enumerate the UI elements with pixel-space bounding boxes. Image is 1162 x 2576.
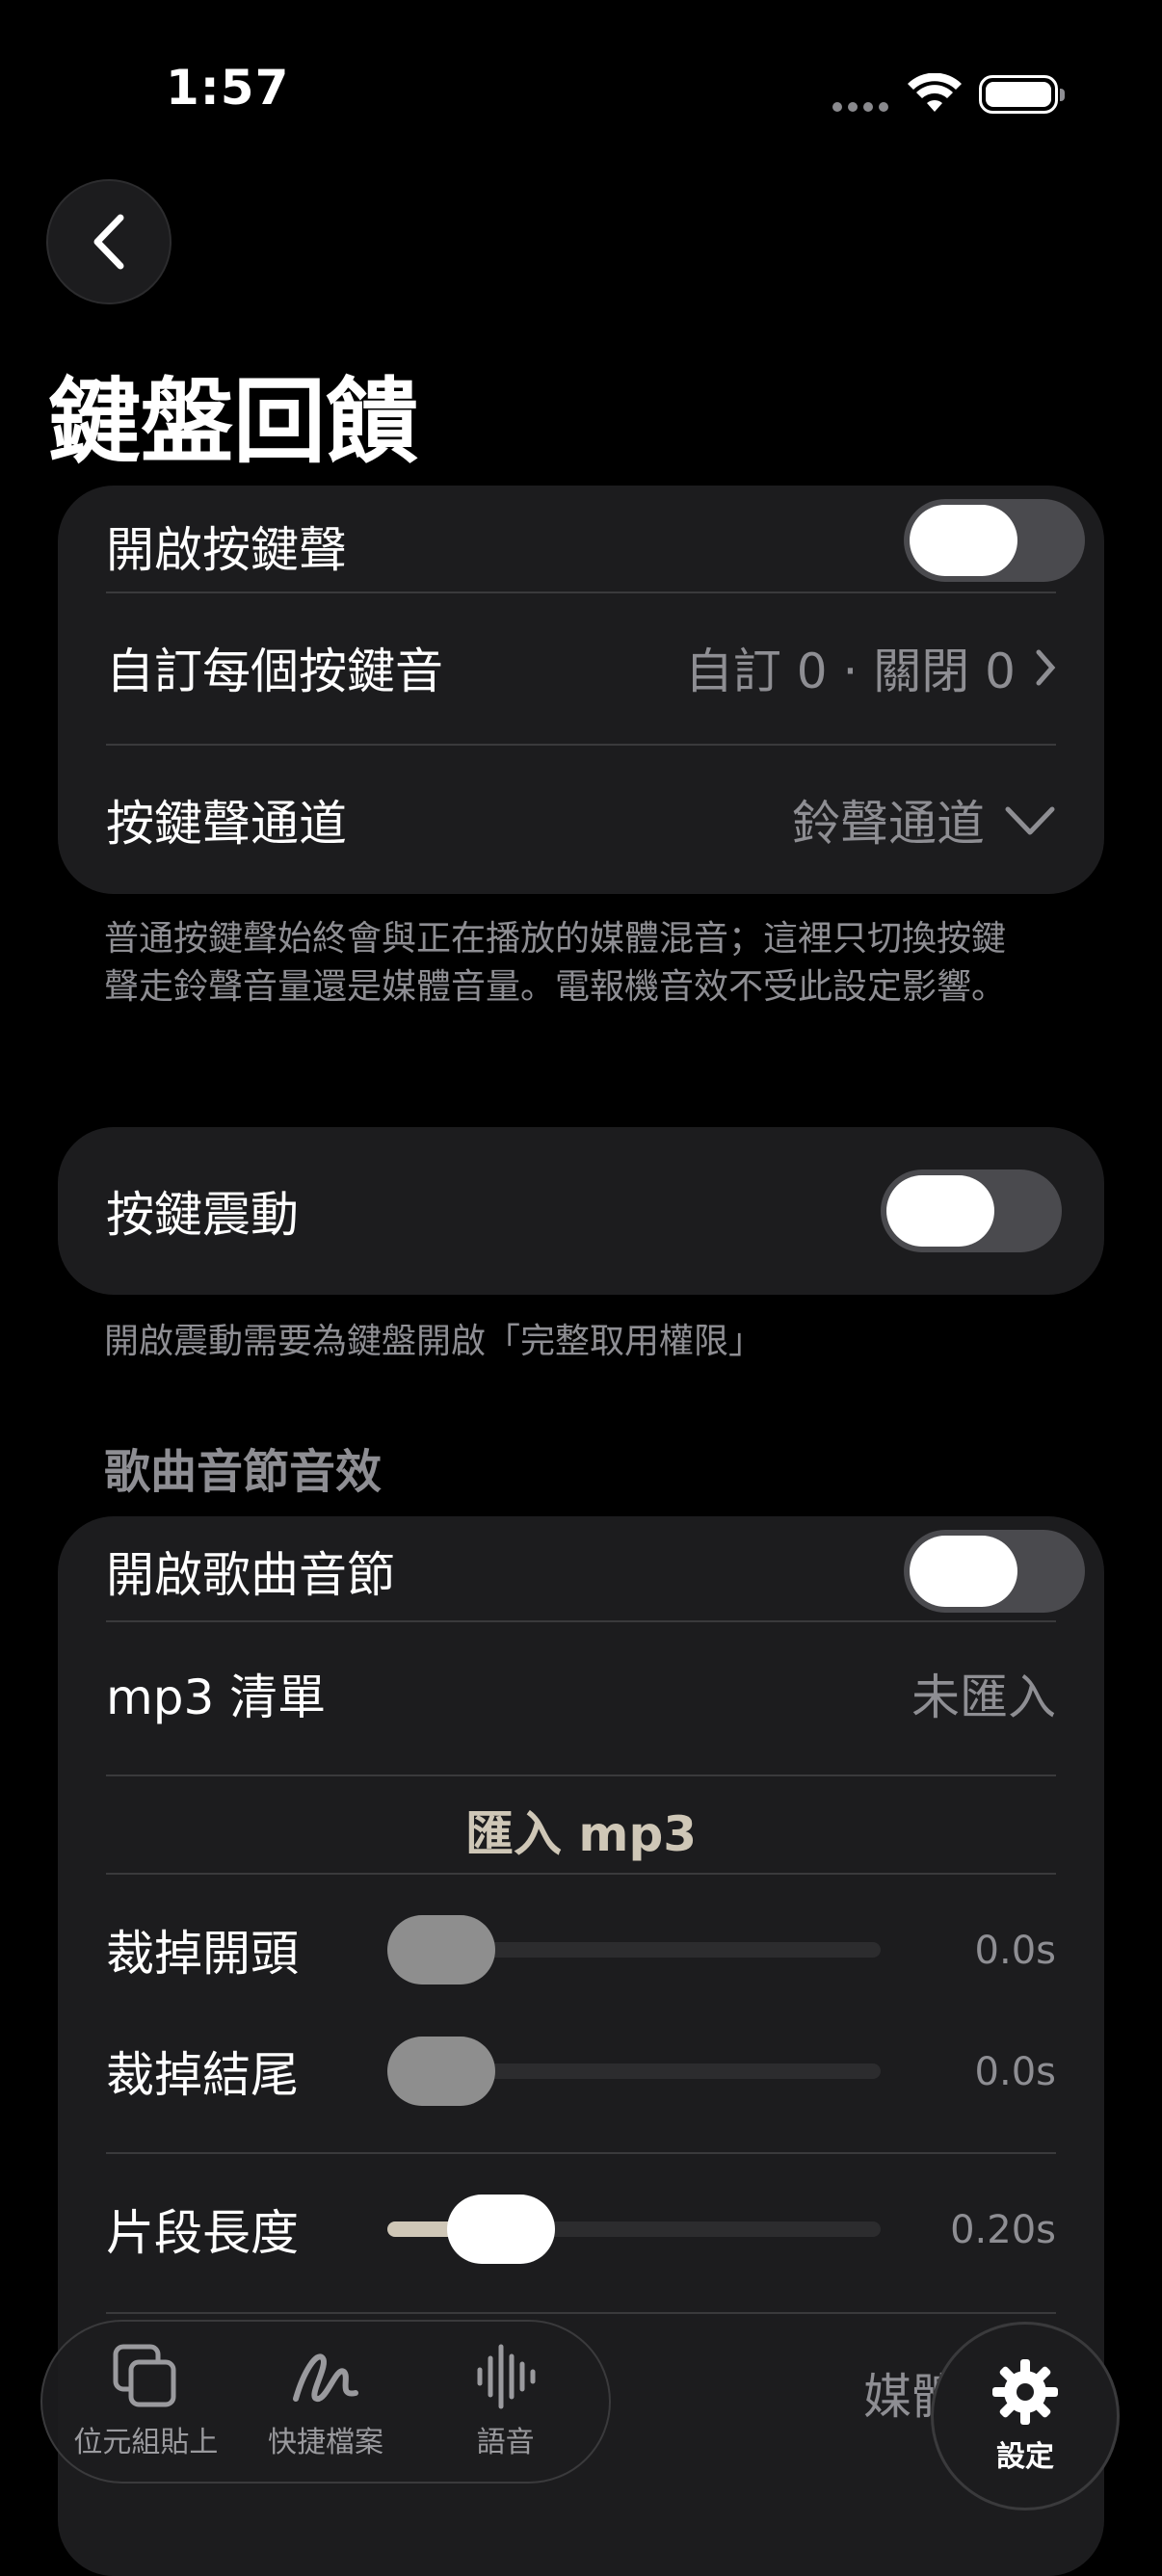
trim-end-label: 裁掉結尾 <box>106 2047 299 2103</box>
copy-icon <box>113 2344 176 2407</box>
mp3-list-value: 未匯入 <box>911 1669 1056 1725</box>
segment-length-row: 片段長度 <box>106 2191 299 2268</box>
segment-length-slider-thumb[interactable] <box>447 2195 555 2264</box>
key-sound-label: 開啟按鍵聲 <box>106 522 347 578</box>
tab-voice-label: 語音 <box>476 2426 535 2459</box>
page-title: 鍵盤回饋 <box>48 368 418 476</box>
signal-dots-icon <box>832 102 890 114</box>
gear-icon <box>992 2359 1058 2425</box>
custom-key-sound-row[interactable]: 自訂每個按鍵音 自訂 0 · 關閉 0 <box>106 607 1056 728</box>
chevron-down-icon <box>1005 806 1055 835</box>
divider <box>106 1620 1056 1622</box>
key-sound-toggle[interactable] <box>904 499 1085 582</box>
wifi-icon <box>908 73 962 112</box>
tab-voice[interactable]: 語音 <box>419 2343 593 2460</box>
waveform-icon <box>477 2344 536 2409</box>
divider <box>106 744 1056 746</box>
divider <box>106 1774 1056 1776</box>
trim-end-slider-thumb[interactable] <box>387 2037 495 2106</box>
status-time: 1:57 <box>166 60 290 116</box>
custom-key-sound-value: 自訂 0 · 關閉 0 <box>684 644 1016 699</box>
trim-end-value: 0.0s <box>974 2050 1056 2094</box>
mp3-list-row[interactable]: mp3 清單 未匯入 <box>106 1632 1056 1755</box>
divider <box>106 1873 1056 1875</box>
trim-start-row: 裁掉開頭 <box>106 1911 299 1988</box>
import-mp3-button[interactable]: 匯入 mp3 <box>58 1796 1104 1865</box>
key-sound-note: 普通按鍵聲始終會與正在播放的媒體混音；這裡只切換按鍵聲走鈴聲音量還是媒體音量。電… <box>104 919 1007 1007</box>
key-sound-card: 開啟按鍵聲 自訂每個按鍵音 自訂 0 · 關閉 0 按鍵聲通道 鈴聲通道 <box>58 486 1104 894</box>
haptic-label: 按鍵震動 <box>106 1187 299 1243</box>
tab-settings[interactable]: 設定 <box>931 2322 1120 2510</box>
chevron-left-icon <box>93 214 124 270</box>
song-enable-toggle[interactable] <box>904 1530 1085 1613</box>
back-button[interactable] <box>46 179 172 304</box>
mp3-list-label: mp3 清單 <box>106 1669 327 1725</box>
haptic-card: 按鍵震動 <box>58 1127 1104 1295</box>
scribble-icon <box>292 2353 358 2402</box>
trim-start-label: 裁掉開頭 <box>106 1926 299 1982</box>
trim-end-row: 裁掉結尾 <box>106 2033 299 2110</box>
haptic-toggle[interactable] <box>881 1170 1062 1252</box>
tab-byte-paste[interactable]: 位元組貼上 <box>59 2343 232 2460</box>
key-sound-channel-picker[interactable]: 鈴聲通道 <box>792 785 1056 854</box>
divider <box>106 2312 1056 2314</box>
tab-bar: 位元組貼上 快捷檔案 語音 <box>40 2320 611 2484</box>
section-header: 歌曲音節音效 <box>104 1445 383 1499</box>
custom-key-sound-value-wrap: 自訂 0 · 關閉 0 <box>685 633 1056 702</box>
song-enable-label: 開啟歌曲音節 <box>106 1547 395 1603</box>
tab-byte-paste-label: 位元組貼上 <box>73 2426 219 2459</box>
chevron-right-icon <box>1036 649 1056 686</box>
haptic-note: 開啟震動需要為鍵盤開啟「完整取用權限」 <box>104 1322 764 1361</box>
key-sound-channel-value: 鈴聲通道 <box>792 796 985 852</box>
key-sound-channel-label: 按鍵聲通道 <box>106 796 347 852</box>
divider <box>106 2152 1056 2154</box>
custom-key-sound-label: 自訂每個按鍵音 <box>106 644 443 699</box>
segment-length-label: 片段長度 <box>106 2205 299 2261</box>
tab-settings-label: 設定 <box>996 2440 1054 2474</box>
divider <box>106 591 1056 593</box>
tab-quick-files-label: 快捷檔案 <box>267 2426 383 2459</box>
key-sound-channel-row[interactable]: 按鍵聲通道 鈴聲通道 <box>106 759 1056 881</box>
trim-start-value: 0.0s <box>974 1929 1056 1973</box>
trim-start-slider-thumb[interactable] <box>387 1915 495 1985</box>
battery-icon <box>979 75 1065 114</box>
tab-quick-files[interactable]: 快捷檔案 <box>239 2343 412 2460</box>
segment-length-value: 0.20s <box>950 2208 1056 2252</box>
